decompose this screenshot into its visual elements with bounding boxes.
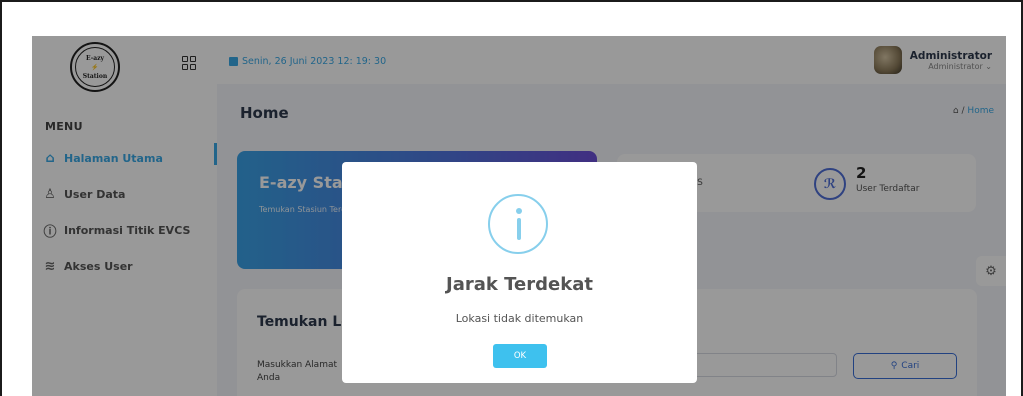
dialog-message: Lokasi tidak ditemukan [455, 312, 584, 325]
info-icon [488, 194, 548, 254]
alert-dialog: Jarak Terdekat Lokasi tidak ditemukan OK [342, 162, 697, 383]
dialog-title: Jarak Terdekat [446, 274, 593, 295]
ok-button[interactable]: OK [493, 344, 547, 368]
